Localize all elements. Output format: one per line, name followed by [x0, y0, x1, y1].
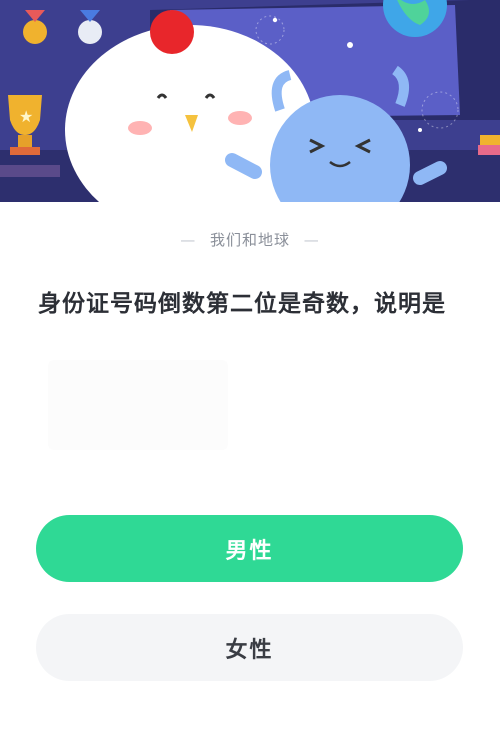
answer-option-female-button[interactable]: 女性 [36, 614, 463, 681]
answer-option-male-button[interactable]: 男性 [36, 515, 463, 582]
star-icon [272, 17, 278, 23]
svg-text:★: ★ [19, 107, 33, 126]
category-text: 我们和地球 [209, 231, 290, 249]
category-dash-left: — [180, 231, 197, 249]
category-label: — 我们和地球 — [0, 229, 500, 250]
faded-placeholder [48, 360, 228, 450]
banner-illustration: ★ [0, 0, 500, 202]
medal-icon [78, 20, 102, 44]
medal-icon [23, 20, 47, 44]
star-icon [418, 128, 422, 132]
category-dash-right: — [303, 231, 320, 249]
question-text: 身份证号码倒数第二位是奇数，说明是 [38, 291, 446, 317]
star-icon [347, 42, 353, 48]
banner-scene: ★ [0, 0, 500, 202]
